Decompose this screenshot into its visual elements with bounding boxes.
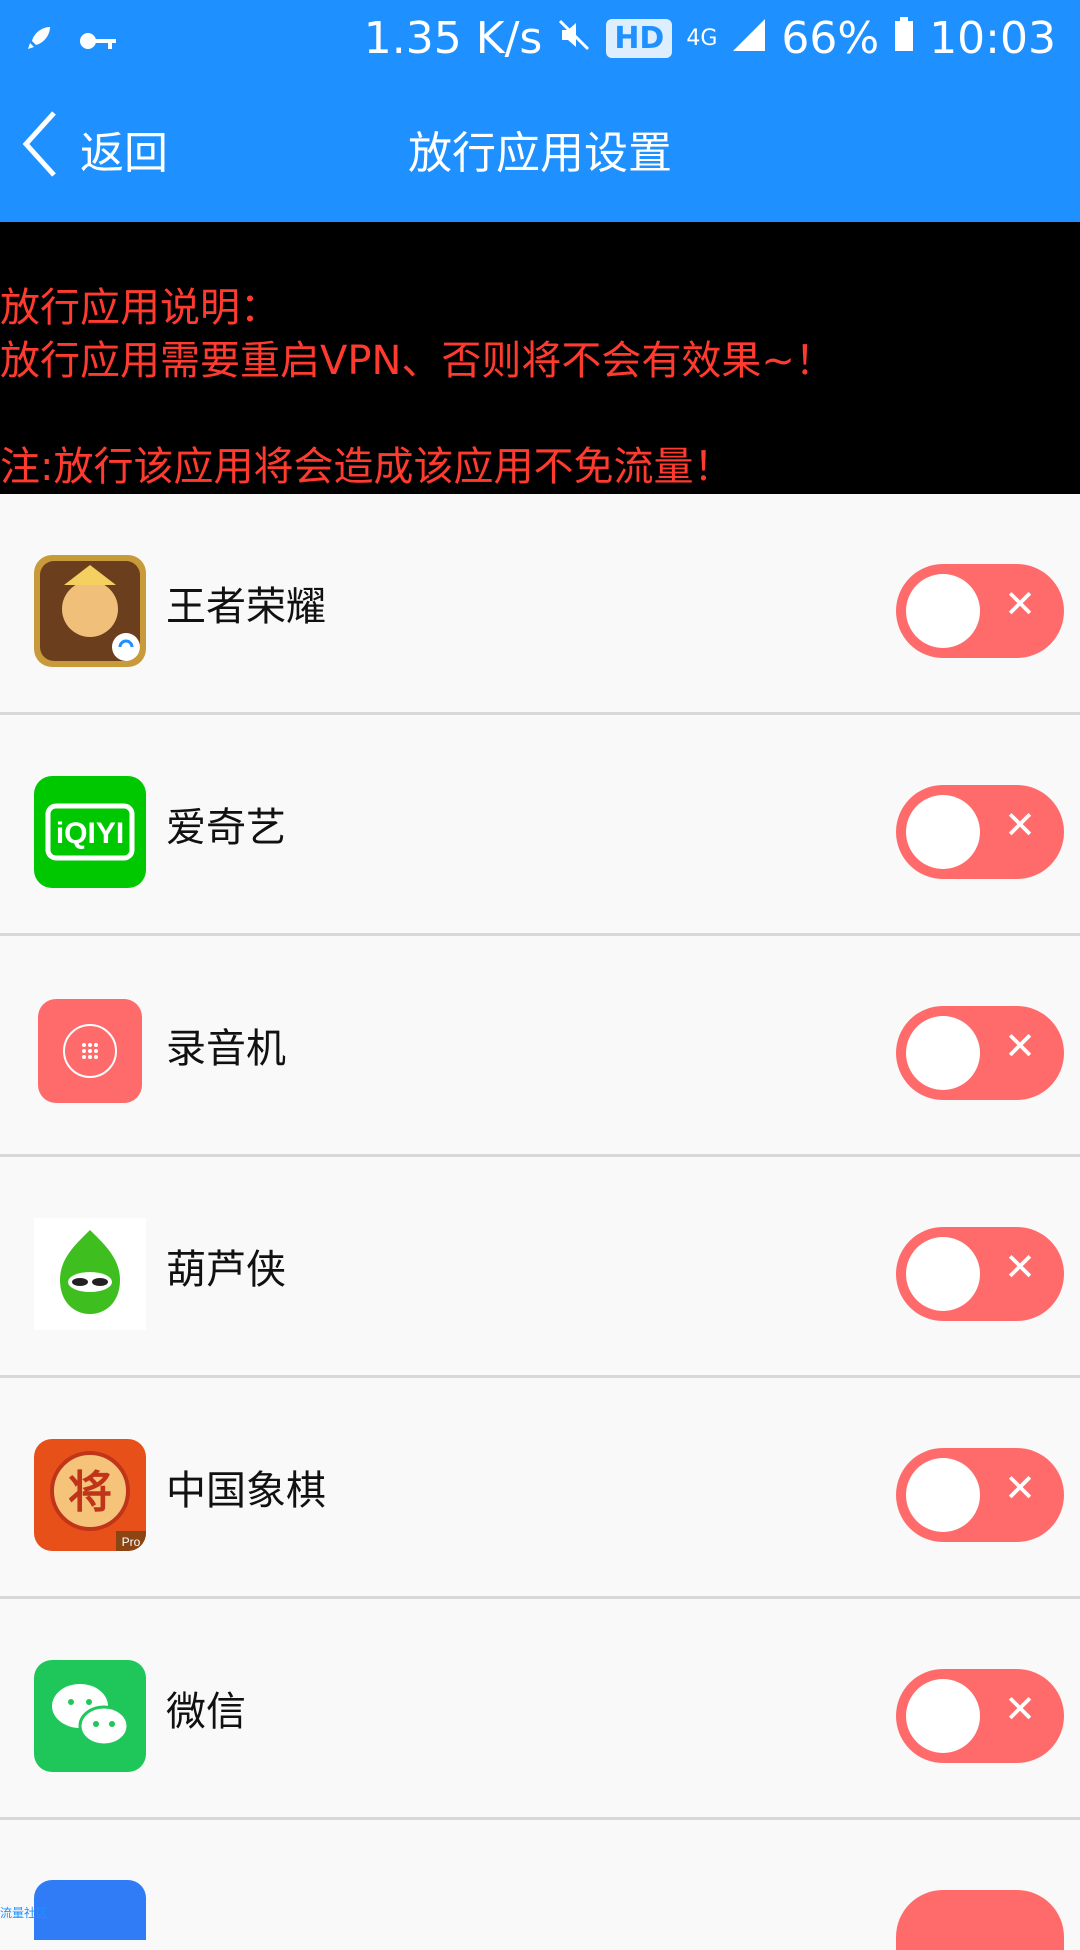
key-icon bbox=[78, 13, 118, 64]
allow-toggle[interactable]: ✕ bbox=[896, 1669, 1064, 1763]
network-type: 4G bbox=[686, 25, 718, 51]
toggle-knob bbox=[906, 1458, 980, 1532]
app-name: 中国象棋 bbox=[166, 1468, 326, 1514]
notice-line-3: 注:放行该应用将会造成该应用不免流量！ bbox=[0, 444, 734, 490]
allow-toggle[interactable]: ✕ bbox=[896, 564, 1064, 658]
rocket-icon bbox=[24, 13, 54, 64]
close-icon: ✕ bbox=[1004, 1024, 1036, 1068]
huluxia-icon bbox=[34, 1218, 146, 1330]
list-item: 微信 ✕ bbox=[0, 1599, 1080, 1820]
toggle-knob bbox=[906, 574, 980, 648]
toggle-knob bbox=[906, 1679, 980, 1753]
status-bar: 1.35 K/s HD 4G 66% 10:03 bbox=[0, 0, 1080, 76]
iqiyi-icon: iQIYI bbox=[34, 776, 146, 888]
chess-pro-text: Pro bbox=[122, 1535, 141, 1549]
list-item: 将 Pro 中国象棋 ✕ bbox=[0, 1378, 1080, 1599]
allow-toggle[interactable]: ✕ bbox=[896, 1227, 1064, 1321]
close-icon: ✕ bbox=[1004, 1466, 1036, 1510]
close-icon: ✕ bbox=[1004, 803, 1036, 847]
hd-badge: HD bbox=[606, 18, 673, 58]
chinese-chess-icon: 将 Pro bbox=[34, 1439, 146, 1551]
allow-toggle[interactable]: ✕ bbox=[896, 785, 1064, 879]
clock: 10:03 bbox=[929, 12, 1056, 64]
battery-icon bbox=[893, 13, 915, 64]
toggle-knob bbox=[906, 795, 980, 869]
list-item: 王者荣耀 ✕ bbox=[0, 494, 1080, 715]
app-name: 录音机 bbox=[166, 1026, 286, 1072]
chess-logo-text: 将 bbox=[68, 1467, 112, 1518]
mute-icon bbox=[556, 13, 592, 64]
recorder-icon bbox=[38, 999, 142, 1103]
notice-panel: 放行应用说明： 放行应用需要重启VPN、否则将不会有效果~！ 注:放行该应用将会… bbox=[0, 222, 1080, 494]
notice-line-1: 放行应用说明： bbox=[0, 285, 280, 331]
app-name: 爱奇艺 bbox=[166, 805, 286, 851]
list-item: 录音机 ✕ bbox=[0, 936, 1080, 1157]
allow-toggle[interactable]: ✕ bbox=[896, 1006, 1064, 1100]
signal-icon bbox=[731, 13, 767, 64]
wechat-icon bbox=[34, 1660, 146, 1772]
partial-app-icon bbox=[34, 1880, 146, 1940]
battery-percent: 66% bbox=[781, 12, 880, 64]
list-item: iQIYI 爱奇艺 ✕ bbox=[0, 715, 1080, 936]
list-item: 葫芦侠 ✕ bbox=[0, 1157, 1080, 1378]
allow-toggle[interactable]: ✕ bbox=[896, 1448, 1064, 1542]
network-speed: 1.35 K/s bbox=[363, 12, 543, 64]
page-title: 放行应用设置 bbox=[408, 128, 672, 179]
partial-toggle[interactable] bbox=[896, 1890, 1064, 1950]
notice-line-2: 放行应用需要重启VPN、否则将不会有效果~！ bbox=[0, 338, 835, 384]
title-bar: 返回 放行应用设置 bbox=[0, 76, 1080, 222]
iqiyi-logo-text: iQIYI bbox=[56, 817, 124, 850]
close-icon: ✕ bbox=[1004, 1687, 1036, 1731]
close-icon: ✕ bbox=[1004, 1245, 1036, 1289]
app-name: 微信 bbox=[166, 1689, 246, 1735]
app-name: 葫芦侠 bbox=[166, 1247, 286, 1293]
app-list: 王者荣耀 ✕ iQIYI 爱奇艺 ✕ 录音机 ✕ 葫芦侠 ✕ 将 Pro 中国象… bbox=[0, 494, 1080, 1820]
honor-of-kings-icon bbox=[34, 555, 146, 667]
watermark: 流量社区 bbox=[0, 1906, 49, 1920]
toggle-knob bbox=[906, 1237, 980, 1311]
close-icon: ✕ bbox=[1004, 582, 1036, 626]
toggle-knob bbox=[906, 1016, 980, 1090]
app-name: 王者荣耀 bbox=[166, 584, 326, 630]
